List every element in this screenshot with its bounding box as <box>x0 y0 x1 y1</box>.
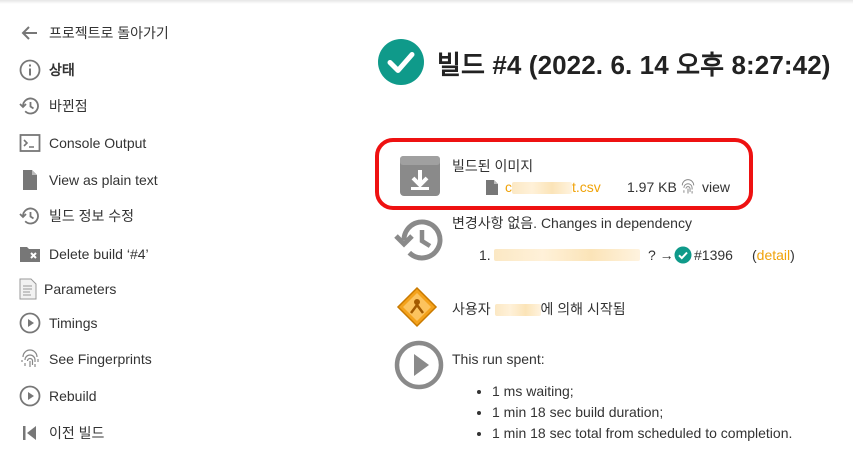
sidebar-item-previous-build[interactable]: 이전 빌드 <box>18 420 104 446</box>
detail-link-group: (detail) <box>752 247 795 263</box>
artifacts-heading-link[interactable]: 빌드된 이미지 <box>452 156 533 176</box>
arrow-left-icon <box>18 21 42 45</box>
sidebar-item-label: View as plain text <box>49 172 158 188</box>
list-item: 1 min 18 sec build duration; <box>492 402 792 423</box>
info-icon <box>18 58 42 82</box>
play-circle-icon <box>394 340 444 390</box>
redacted-text <box>512 182 572 195</box>
main-content: 빌드 #4 (2022. 6. 14 오후 8:27:42) 빌드된 이미지 c… <box>370 0 853 469</box>
user-started-icon <box>396 286 438 328</box>
sidebar-item-parameters[interactable]: Parameters <box>18 276 116 302</box>
sidebar-item-label: Rebuild <box>49 388 97 404</box>
sidebar-item-label: 이전 빌드 <box>49 425 105 441</box>
sidebar-item-label: 빌드 정보 수정 <box>49 208 135 224</box>
document-icon <box>18 168 42 192</box>
sidebar-item-label: Timings <box>49 315 98 331</box>
changes-summary-text: 변경사항 없음. Changes in dependency <box>452 215 692 231</box>
sidebar-item-label: Console Output <box>49 135 147 151</box>
history-icon <box>18 204 42 228</box>
sidebar-item-back-to-project[interactable]: 프로젝트로 돌아가기 <box>18 20 169 46</box>
sidebar-item-label: Parameters <box>44 281 117 297</box>
play-circle-icon <box>18 311 42 335</box>
sidebar-item-label: 상태 <box>49 62 75 78</box>
artifact-download-icon <box>397 153 443 199</box>
artifact-file-name-start: c <box>505 179 512 195</box>
sidebar-item-rebuild[interactable]: Rebuild <box>18 383 96 409</box>
run-spent-heading: This run spent: <box>452 351 545 367</box>
sidebar-item-edit-build-info[interactable]: 빌드 정보 수정 <box>18 203 134 229</box>
sidebar-item-delete-build[interactable]: Delete build ‘#4’ <box>18 241 149 267</box>
redacted-text <box>494 249 640 261</box>
artifact-file-name-end: t.csv <box>572 179 601 195</box>
play-circle-icon <box>18 384 42 408</box>
run-timing-list: 1 ms waiting; 1 min 18 sec build duratio… <box>472 381 792 444</box>
skip-previous-icon <box>18 421 42 445</box>
success-check-icon <box>674 246 692 264</box>
sidebar-item-console-output[interactable]: Console Output <box>18 130 146 156</box>
history-icon <box>394 216 444 264</box>
list-item: 1 min 18 sec total from scheduled to com… <box>492 423 792 444</box>
sidebar-item-changes[interactable]: 바뀐점 <box>18 93 88 119</box>
artifact-file-link[interactable]: c t.csv <box>505 179 601 195</box>
folder-delete-icon <box>18 242 42 266</box>
fingerprint-icon[interactable] <box>679 178 697 196</box>
sidebar-item-label: Delete build ‘#4’ <box>49 246 149 262</box>
detail-paren-close: ) <box>790 247 795 263</box>
started-by-prefix: 사용자 <box>452 301 495 317</box>
detail-link[interactable]: detail <box>757 247 790 263</box>
artifact-view-link[interactable]: view <box>702 179 730 195</box>
build-header: 빌드 #4 (2022. 6. 14 오후 8:27:42) <box>377 38 831 89</box>
sidebar-item-plain-text[interactable]: View as plain text <box>18 167 158 193</box>
success-check-icon <box>377 38 425 89</box>
fingerprint-icon <box>18 347 42 371</box>
sidebar-item-see-fingerprints[interactable]: See Fingerprints <box>18 346 152 372</box>
dependency-build-link[interactable]: #1396 <box>694 247 733 263</box>
change-index: 1. <box>479 247 491 263</box>
page-title: 빌드 #4 (2022. 6. 14 오후 8:27:42) <box>437 50 831 80</box>
artifact-file-size: 1.97 KB <box>627 179 677 195</box>
change-arrow-text: ? → <box>648 247 674 263</box>
started-by-suffix: 에 의해 시작됨 <box>540 301 626 317</box>
terminal-icon <box>18 131 42 155</box>
file-icon <box>484 178 500 196</box>
sidebar: 프로젝트로 돌아가기 상태 바뀐점 Console Output View as… <box>0 0 340 469</box>
sidebar-item-label: See Fingerprints <box>49 351 152 367</box>
history-icon <box>18 94 42 118</box>
sidebar-item-label: 프로젝트로 돌아가기 <box>49 25 169 41</box>
redacted-text <box>494 304 541 317</box>
list-item: 1 ms waiting; <box>492 381 792 402</box>
sidebar-item-status[interactable]: 상태 <box>18 57 75 83</box>
parameters-icon <box>18 277 38 301</box>
sidebar-item-timings[interactable]: Timings <box>18 310 98 336</box>
sidebar-item-label: 바뀐점 <box>49 98 88 114</box>
started-by-text: 사용자 에 의해 시작됨 <box>452 299 626 319</box>
